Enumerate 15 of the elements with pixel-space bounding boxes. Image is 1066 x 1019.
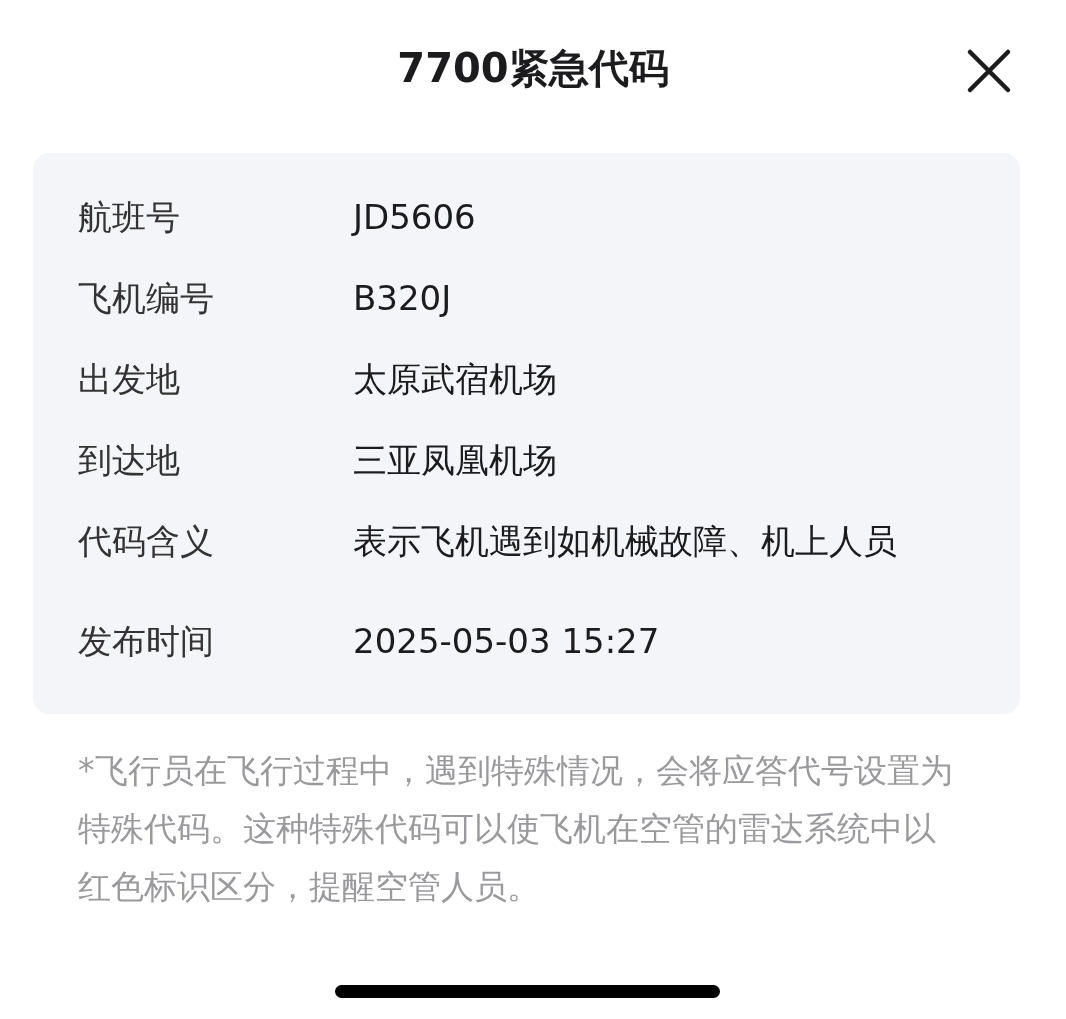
detail-value: 2025-05-03 15:27 bbox=[353, 620, 661, 663]
detail-label: 代码含义 bbox=[78, 520, 215, 563]
detail-value: B320J bbox=[353, 277, 453, 320]
detail-value: 表示飞机遇到如机械故障、机上人员 bbox=[353, 520, 898, 563]
detail-label: 到达地 bbox=[78, 439, 181, 482]
dialog-title: 7700紧急代码 bbox=[397, 43, 669, 93]
detail-label: 出发地 bbox=[78, 358, 181, 401]
detail-value: 太原武宿机场 bbox=[353, 358, 558, 401]
footnote-text: *飞行员在飞行过程中，遇到特殊情况，会将应答代号设置为特殊代码。这种特殊代码可以使飞机在空管的雷达系统中以红色标识区分，提醒空管人员。 bbox=[78, 750, 954, 908]
detail-value: 三亚凤凰机场 bbox=[353, 439, 558, 482]
close-icon bbox=[966, 48, 1012, 94]
detail-label: 发布时间 bbox=[78, 620, 215, 663]
detail-label: 飞机编号 bbox=[78, 277, 215, 320]
detail-label: 航班号 bbox=[78, 196, 181, 239]
detail-value: JD5606 bbox=[353, 196, 477, 239]
